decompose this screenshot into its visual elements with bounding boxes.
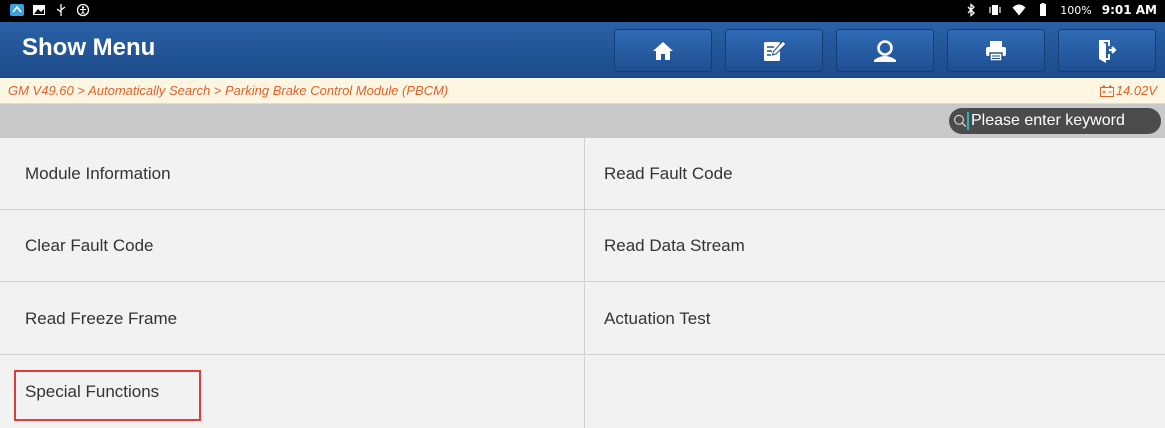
exit-icon: [1099, 39, 1117, 63]
home-icon: [653, 41, 673, 60]
edit-report-button[interactable]: [725, 29, 823, 72]
breadcrumb-path: GM V49.60 > Automatically Search > Parki…: [8, 83, 449, 98]
search-input[interactable]: [969, 112, 1161, 130]
battery-icon: [1040, 3, 1047, 16]
voltage-readout: 14.02V: [1099, 83, 1157, 98]
accessibility-icon: [76, 3, 90, 17]
breadcrumb: GM V49.60 > Automatically Search > Parki…: [0, 78, 1165, 104]
status-bar: 100% 9:01 AM: [0, 0, 1165, 22]
search-icon: [954, 114, 967, 128]
menu-item-label: Module Information: [25, 163, 171, 183]
menu-item-special-functions[interactable]: Special Functions: [0, 356, 585, 428]
battery-percent: 100%: [1060, 3, 1092, 17]
support-button[interactable]: [836, 29, 934, 72]
menu-item-label: Special Functions: [25, 382, 160, 401]
function-menu: Module Information Read Fault Code Clear…: [0, 138, 1165, 428]
image-icon: [33, 5, 45, 15]
support-person-icon: [874, 39, 896, 62]
menu-item-label: Actuation Test: [604, 308, 711, 328]
menu-item-read-freeze-frame[interactable]: Read Freeze Frame: [0, 283, 585, 355]
home-button[interactable]: [614, 29, 712, 72]
edit-report-icon: [764, 39, 787, 61]
menu-item-empty: [585, 356, 1165, 428]
menu-item-actuation-test[interactable]: Actuation Test: [585, 283, 1165, 355]
menu-item-label: Read Freeze Frame: [25, 308, 178, 328]
battery-voltage-icon: [1099, 85, 1114, 97]
print-icon: [986, 40, 1006, 62]
usb-icon: [56, 4, 66, 16]
wifi-icon: [1012, 4, 1026, 16]
exit-button[interactable]: [1058, 29, 1156, 72]
search-bar: [0, 104, 1165, 138]
menu-item-read-data-stream[interactable]: Read Data Stream: [585, 210, 1165, 282]
app-header: Show Menu: [0, 22, 1165, 78]
menu-item-read-fault-code[interactable]: Read Fault Code: [585, 138, 1165, 210]
page-title: Show Menu: [22, 34, 156, 61]
print-button[interactable]: [947, 29, 1045, 72]
menu-item-module-information[interactable]: Module Information: [0, 138, 585, 210]
menu-item-clear-fault-code[interactable]: Clear Fault Code: [0, 210, 585, 282]
clock: 9:01 AM: [1101, 3, 1157, 17]
search-box[interactable]: [949, 108, 1161, 134]
vibrate-icon: [989, 5, 1001, 15]
app-icon: [10, 4, 24, 16]
voltage-value: 14.02V: [1115, 83, 1157, 98]
bluetooth-icon: [967, 3, 976, 17]
menu-item-label: Clear Fault Code: [25, 235, 154, 255]
menu-item-label: Read Data Stream: [604, 235, 745, 255]
menu-item-label: Read Fault Code: [604, 163, 733, 183]
